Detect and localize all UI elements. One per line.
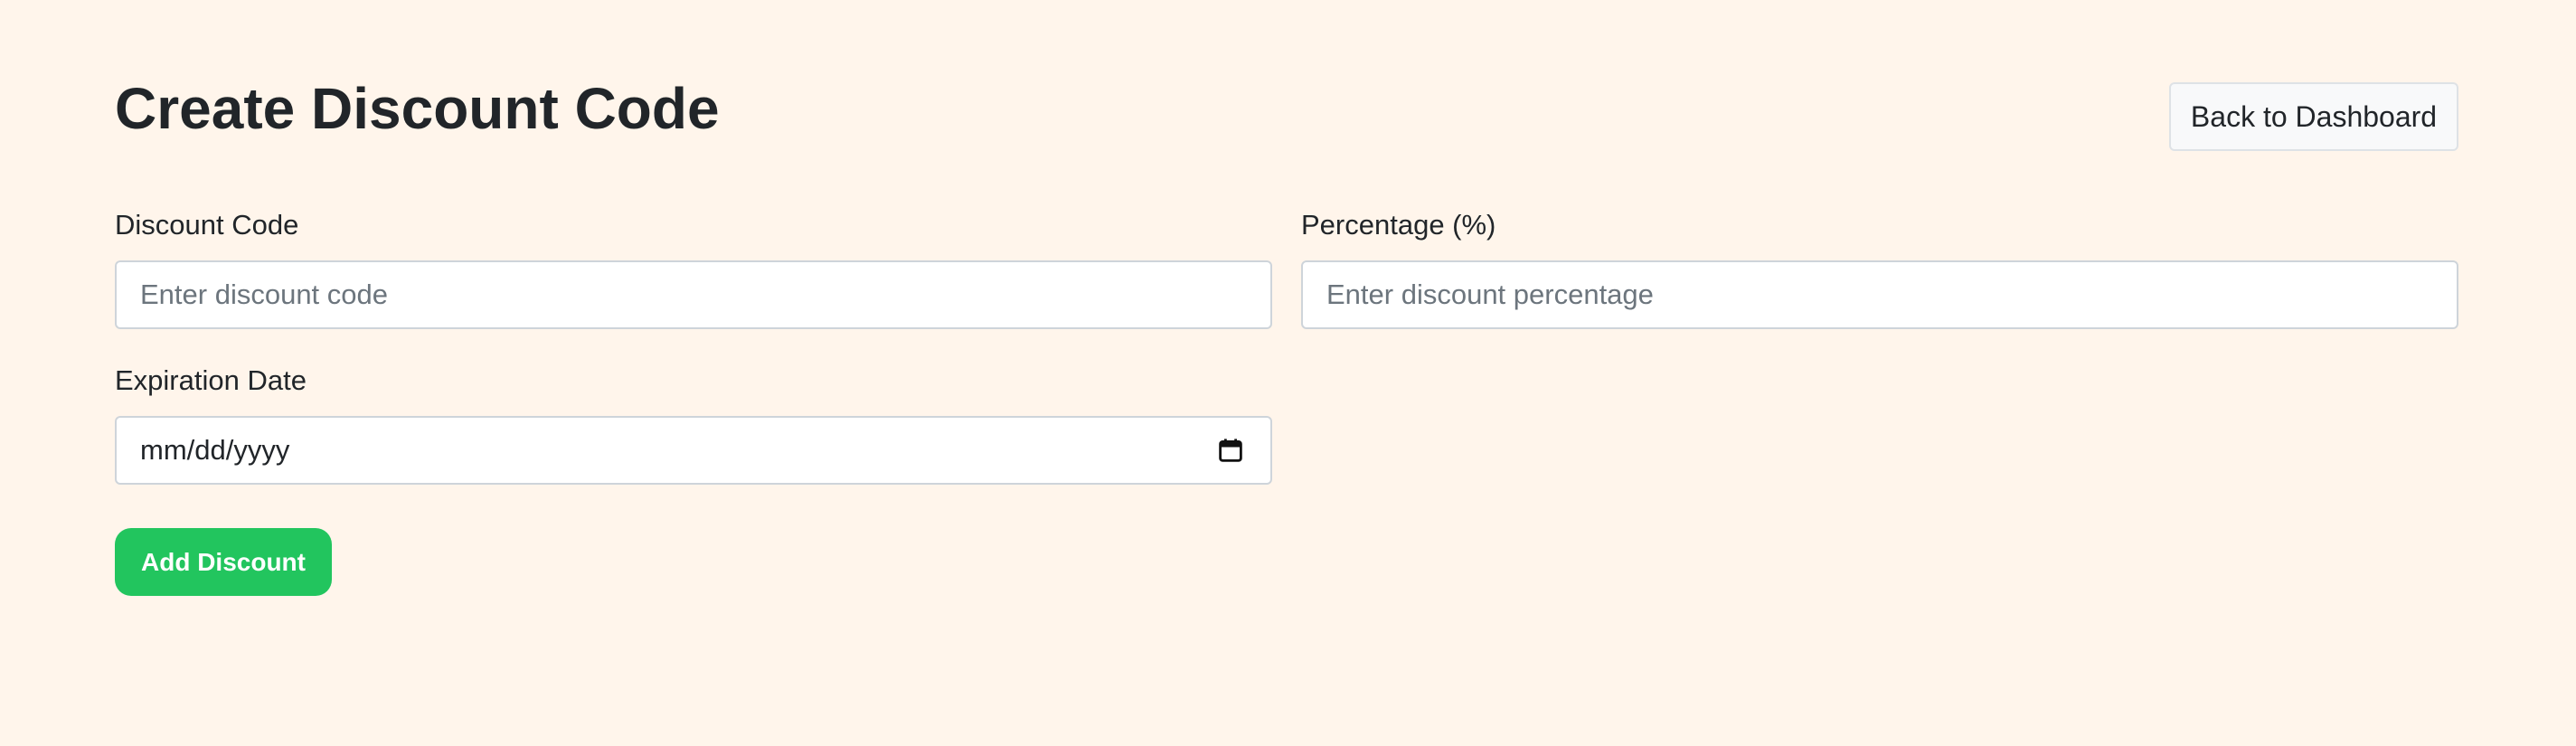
percentage-input[interactable] — [1301, 260, 2458, 329]
expiration-date-input[interactable]: mm/dd/yyyy — [115, 416, 1272, 485]
discount-code-input[interactable] — [115, 260, 1272, 329]
page-title: Create Discount Code — [115, 76, 720, 141]
discount-code-field: Discount Code — [115, 211, 1272, 329]
expiration-date-field: Expiration Date mm/dd/yyyy — [115, 366, 1272, 485]
back-to-dashboard-button[interactable]: Back to Dashboard — [2169, 82, 2458, 151]
percentage-label: Percentage (%) — [1301, 209, 1496, 241]
expiration-date-label: Expiration Date — [115, 364, 307, 396]
page-container: Create Discount Code Back to Dashboard D… — [115, 0, 2458, 746]
expiration-date-value: mm/dd/yyyy — [140, 434, 290, 466]
discount-code-label: Discount Code — [115, 209, 299, 241]
add-discount-button[interactable]: Add Discount — [115, 528, 332, 596]
calendar-icon[interactable] — [1218, 438, 1243, 463]
percentage-field: Percentage (%) — [1301, 211, 2458, 329]
